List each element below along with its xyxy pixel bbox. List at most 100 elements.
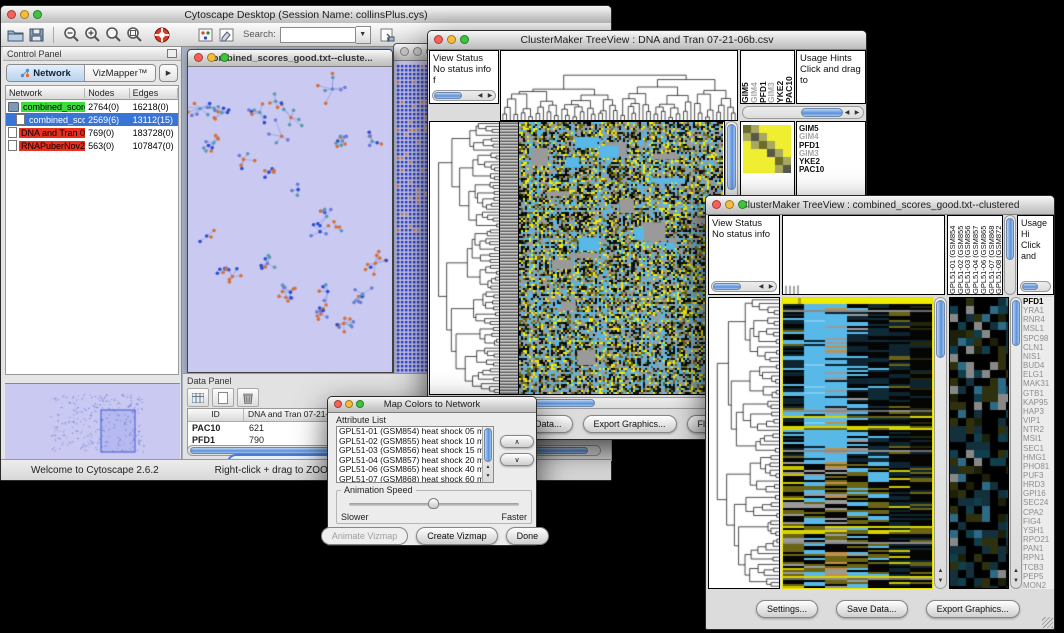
- gene-label[interactable]: RPO21: [1023, 535, 1054, 544]
- column-header-network[interactable]: Network: [6, 88, 85, 98]
- gene-label[interactable]: PAN1: [1023, 544, 1054, 553]
- import-attributes-icon[interactable]: [377, 25, 398, 45]
- gene-label[interactable]: HMG1: [1023, 453, 1054, 462]
- gene-label[interactable]: HRD3: [1023, 480, 1054, 489]
- matrix-gene-label[interactable]: PAC10: [799, 166, 865, 174]
- close-icon[interactable]: [434, 35, 443, 44]
- resize-grip[interactable]: [1042, 617, 1053, 628]
- zoom-window-icon[interactable]: [33, 10, 42, 19]
- network-row[interactable]: RNAPuberNov2+ 563(0) 107847(0): [6, 139, 178, 152]
- gene-label[interactable]: MON2: [1023, 581, 1054, 589]
- tv2-row-dendrogram[interactable]: [709, 298, 779, 588]
- network1-titlebar[interactable]: combined_scores_good.txt--cluste...: [188, 50, 392, 67]
- gene-label[interactable]: NIS1: [1023, 352, 1054, 361]
- network-canvas[interactable]: [188, 67, 392, 372]
- tv1-heatmap[interactable]: [519, 122, 723, 394]
- tv2-vscrollbar[interactable]: ▲ ▼: [934, 297, 947, 589]
- gene-label[interactable]: CPA2: [1023, 508, 1054, 517]
- traffic-lights[interactable]: [712, 200, 747, 209]
- column-label[interactable]: GIM4: [750, 51, 759, 103]
- gene-label[interactable]: SEC24: [1023, 498, 1054, 507]
- close-icon[interactable]: [334, 400, 342, 408]
- dialog-titlebar[interactable]: Map Colors to Network: [328, 397, 536, 413]
- column-label[interactable]: GIM5: [741, 51, 750, 103]
- move-up-button[interactable]: ∧: [500, 435, 534, 448]
- minimize-icon[interactable]: [725, 200, 734, 209]
- close-icon[interactable]: [7, 10, 16, 19]
- column-label[interactable]: GPL51-03 (GSM856: [963, 216, 971, 294]
- gene-label[interactable]: PUF3: [1023, 471, 1054, 480]
- gene-label[interactable]: RPN1: [1023, 553, 1054, 562]
- gene-label[interactable]: PEP5: [1023, 572, 1054, 581]
- gene-label[interactable]: HAP3: [1023, 407, 1054, 416]
- attribute-listbox[interactable]: GPL51-01 (GSM854) heat shock 05 minGPL51…: [336, 426, 494, 483]
- tv1-similarity-matrix[interactable]: [743, 125, 791, 173]
- gene-label[interactable]: MAK31: [1023, 379, 1054, 388]
- column-label[interactable]: GPL51-04 (GSM857: [971, 216, 979, 294]
- save-session-icon[interactable]: [26, 25, 47, 45]
- new-attribute-icon[interactable]: [212, 388, 234, 407]
- tv1-summary-hscrollbar[interactable]: ◀ ▶: [742, 106, 864, 119]
- tv2-status-scrollbar[interactable]: ◀ ▶: [711, 281, 777, 292]
- zoom-window-icon[interactable]: [356, 400, 364, 408]
- minimize-icon[interactable]: [207, 53, 216, 62]
- arrow-right-icon[interactable]: ▶: [485, 91, 495, 101]
- column-label[interactable]: GIM3: [767, 51, 776, 103]
- gene-label[interactable]: BUD4: [1023, 361, 1054, 370]
- arrow-down-icon[interactable]: ▼: [483, 471, 493, 481]
- network-row[interactable]: combined_sco 2569(6) 13112(15): [6, 113, 178, 126]
- plugin-manager-icon[interactable]: [195, 25, 216, 45]
- move-down-button[interactable]: ∨: [500, 453, 534, 466]
- network-overview-panel[interactable]: [5, 383, 180, 460]
- treeview-button[interactable]: Export Graphics...: [926, 600, 1020, 618]
- tab-vizmapper[interactable]: VizMapper™: [85, 65, 155, 81]
- arrow-down-icon[interactable]: ▼: [1011, 576, 1021, 586]
- zoom-window-icon[interactable]: [460, 35, 469, 44]
- arrow-left-icon[interactable]: ◀: [756, 282, 766, 292]
- arrow-down-icon[interactable]: ▼: [935, 576, 946, 586]
- column-header-edges[interactable]: Edges: [130, 88, 178, 98]
- column-header-nodes[interactable]: Nodes: [85, 88, 129, 98]
- gene-label[interactable]: ELG1: [1023, 370, 1054, 379]
- zoom-in-icon[interactable]: [81, 25, 102, 45]
- gene-label[interactable]: CLN1: [1023, 343, 1054, 352]
- minimize-icon[interactable]: [447, 35, 456, 44]
- treeview2-titlebar[interactable]: ClusterMaker TreeView : combined_scores_…: [706, 196, 1054, 215]
- search-dropdown-button[interactable]: ▼: [356, 26, 371, 44]
- tv2-column-dendrogram[interactable]: [783, 216, 944, 294]
- gene-label[interactable]: MSL1: [1023, 324, 1054, 333]
- gene-label[interactable]: GPI16: [1023, 489, 1054, 498]
- network-row[interactable]: DNA and Tran 07 769(0) 183728(0): [6, 126, 178, 139]
- column-label[interactable]: YKE2: [776, 51, 785, 103]
- zoom-selected-icon[interactable]: [102, 25, 123, 45]
- gene-label[interactable]: VIP1: [1023, 416, 1054, 425]
- network-row[interactable]: combined_scores 2764(0) 16218(0): [6, 100, 178, 113]
- treeview1-titlebar[interactable]: ClusterMaker TreeView : DNA and Tran 07-…: [428, 31, 866, 50]
- treeview-button[interactable]: Save Data...: [836, 600, 908, 618]
- gene-label[interactable]: PHO81: [1023, 462, 1054, 471]
- overview-canvas[interactable]: [5, 384, 180, 459]
- tv1-column-dendrogram[interactable]: [501, 51, 737, 120]
- traffic-lights[interactable]: [7, 10, 42, 19]
- column-header-id[interactable]: ID: [188, 409, 244, 421]
- arrow-left-icon[interactable]: ◀: [475, 91, 485, 101]
- tv2-summary-heatmap[interactable]: [950, 298, 1008, 588]
- tv2-usage-scrollbar[interactable]: [1020, 281, 1051, 292]
- arrow-right-icon[interactable]: ▶: [766, 282, 776, 292]
- gene-label[interactable]: MSI1: [1023, 434, 1054, 443]
- help-lifesaver-icon[interactable]: [152, 25, 173, 45]
- arrow-up-icon[interactable]: ▲: [1011, 566, 1021, 576]
- gene-label[interactable]: TCB3: [1023, 563, 1054, 572]
- delete-attribute-icon[interactable]: [237, 388, 259, 407]
- column-label[interactable]: GPL51-01 (GSM854: [948, 216, 956, 294]
- tv1-row-dendrogram[interactable]: [430, 122, 499, 394]
- search-input[interactable]: [280, 27, 356, 43]
- gene-label[interactable]: RNR4: [1023, 315, 1054, 324]
- tab-overflow-button[interactable]: ▶: [159, 64, 178, 82]
- tv1-status-scrollbar[interactable]: ◀ ▶: [432, 90, 496, 101]
- minimize-icon[interactable]: [345, 400, 353, 408]
- gene-label[interactable]: FIG4: [1023, 517, 1054, 526]
- column-label[interactable]: GPL51-08 (GSM872: [994, 216, 1002, 294]
- treeview-button[interactable]: Export Graphics...: [583, 415, 677, 433]
- traffic-lights[interactable]: [434, 35, 469, 44]
